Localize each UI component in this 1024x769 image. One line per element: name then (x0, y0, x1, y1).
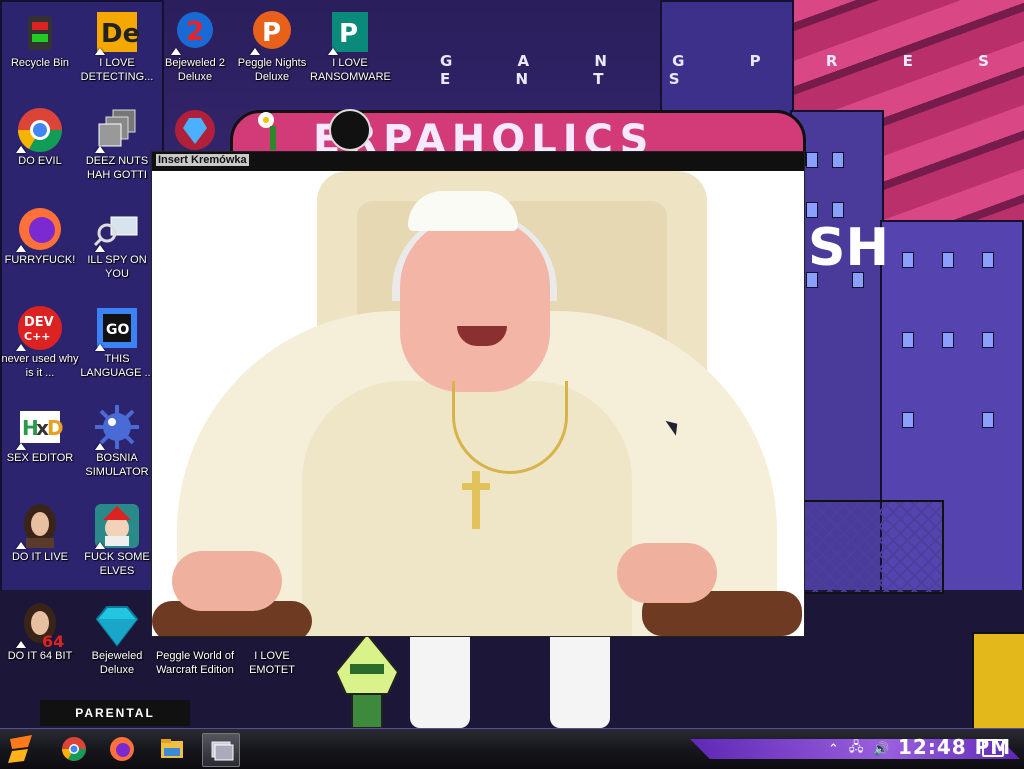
desktop-icon-bejeweled-2[interactable]: 2 Bejeweled 2 Deluxe (155, 8, 235, 84)
svg-text:C++: C++ (24, 330, 51, 343)
desktop-icon-deez-nuts[interactable]: DEEZ NUTS HAH GOTTI (77, 106, 157, 182)
desktop-icon-sex-editor[interactable]: HxD SEX EDITOR (0, 403, 80, 465)
desktop-icon-do-evil[interactable]: DO EVIL (0, 106, 80, 168)
photo-hand-left (172, 551, 282, 611)
desktop-icon-recycle-bin[interactable]: Recycle Bin (0, 8, 80, 70)
desktop-icon-furryfuck[interactable]: FURRYFUCK! (0, 205, 80, 267)
svg-text:D: D (47, 416, 64, 440)
file-explorer-icon (161, 739, 183, 758)
desktop-icon-bejeweled-deluxe[interactable]: Bejeweled Deluxe (77, 601, 157, 677)
plants-icon (248, 106, 296, 154)
image-viewer-icon (211, 741, 234, 761)
wallpaper-sh-text: SH (808, 218, 889, 278)
desktop-icon-label: DO IT LIVE (11, 551, 69, 563)
photo-zucchetto (408, 191, 518, 231)
taskbar-image-viewer[interactable] (202, 733, 240, 767)
desktop-icon-label: Bejeweled 2 Deluxe (165, 57, 225, 83)
desktop-icon-do-it-64-bit[interactable]: 64 DO IT 64 BIT (0, 601, 80, 663)
desktop-icon-label: ILL SPY ON YOU (87, 254, 147, 280)
desktop-icon-dev-cpp[interactable]: DEV C++ never used why is it ... (0, 304, 80, 380)
svg-text:P: P (339, 19, 358, 49)
desktop-icon-fuck-some-elves[interactable]: FUCK SOME ELVES (77, 502, 157, 578)
parental-advisory: PARENTAL ADVISORY (40, 700, 190, 726)
desktop-icon-detect-it-easy[interactable]: De I LOVE DETECTING... (77, 8, 157, 84)
desktop-icon-label: Bejeweled Deluxe (91, 650, 143, 676)
wallpaper-fence (800, 500, 944, 594)
desktop-icon-label: Peggle World of Warcraft Edition (155, 650, 235, 676)
desktop-icon-label: FURRYFUCK! (4, 254, 76, 266)
image-viewer-title: Insert Kremówka (156, 154, 249, 166)
bejeweled-3-icon (171, 106, 219, 154)
diamond-icon (93, 601, 141, 649)
wallpaper-presents-text: G A N G P R E S E N T S (440, 52, 1019, 88)
svg-text:2: 2 (186, 17, 204, 47)
desktop-icon-label: I LOVE RANSOMWARE (310, 57, 391, 83)
desktop-icon-label: THIS LANGUAGE ... (80, 353, 154, 379)
desktop-icon-label: never used why is it ... (1, 353, 79, 379)
desktop-icon-ransomware[interactable]: P I LOVE RANSOMWARE (310, 8, 391, 84)
svg-text:GO: GO (106, 322, 129, 338)
desktop-icon-hidden-dark[interactable] (310, 106, 390, 154)
desktop-icon-label: I LOVE EMOTET (249, 650, 295, 676)
wallpaper-yellow-box (972, 632, 1024, 728)
taskbar-firefox[interactable] (104, 733, 140, 765)
chevron-up-icon[interactable]: ⌃ (828, 741, 839, 757)
desktop-icon-bosnia-simulator[interactable]: BOSNIA SIMULATOR (77, 403, 157, 479)
peridot-character (332, 632, 402, 728)
svg-text:DEV: DEV (24, 315, 54, 330)
svg-text:P: P (262, 18, 281, 48)
desktop-icon-label: BOSNIA SIMULATOR (85, 452, 149, 478)
taskbar-file-explorer[interactable] (154, 733, 190, 765)
taskbar-chrome[interactable] (56, 733, 92, 765)
desktop-icon-do-it-live[interactable]: DO IT LIVE (0, 502, 80, 564)
desktop-icon-goland[interactable]: GO THIS LANGUAGE ... (77, 304, 157, 380)
desktop-icon-label: Recycle Bin (10, 57, 70, 69)
image-viewer-window[interactable]: Insert Kremówka (151, 151, 805, 637)
desktop-icon-hidden-flowers[interactable] (232, 106, 312, 154)
desktop-icon-ill-spy[interactable]: ILL SPY ON YOU (77, 205, 157, 281)
volume-icon[interactable]: 🔊 (873, 741, 889, 757)
photo-face (400, 217, 550, 392)
chrome-icon (62, 737, 86, 761)
recycle-bin-icon (16, 8, 64, 56)
desktop-icon-peggle-nights[interactable]: P Peggle Nights Deluxe (232, 8, 312, 84)
pectoral-cross-icon (472, 471, 480, 529)
start-icon (8, 735, 32, 763)
wallpaper-legs (410, 632, 630, 728)
desktop-icon-label: DO IT 64 BIT (7, 650, 73, 662)
image-viewer-photo (152, 171, 804, 636)
pectoral-cross-bar (462, 483, 490, 490)
photo-hand-right (617, 543, 717, 603)
desktop-icon-label: FUCK SOME ELVES (84, 551, 150, 577)
svg-text:De: De (101, 19, 140, 49)
desktop-icon-label: DEEZ NUTS HAH GOTTI (85, 155, 149, 181)
taskbar: ⌃ 🖧 🔊 12:48 PM (0, 728, 1024, 769)
image-viewer-titlebar[interactable]: Insert Kremówka (152, 152, 804, 171)
notification-icon[interactable] (982, 739, 1004, 757)
start-button[interactable] (4, 733, 38, 765)
desktop-icon-hidden-gem[interactable] (155, 106, 235, 154)
desktop-icon-label: I LOVE DETECTING... (80, 57, 154, 83)
desktop-icon-label: DO EVIL (18, 155, 62, 167)
network-icon[interactable]: 🖧 (849, 738, 864, 760)
desktop-icon-label: Peggle Nights Deluxe (237, 57, 307, 83)
svg-text:64: 64 (42, 632, 64, 649)
firefox-icon (110, 737, 134, 761)
system-tray: ⌃ 🖧 🔊 (828, 737, 890, 761)
crest-icon (326, 106, 374, 154)
desktop-icon-label: SEX EDITOR (6, 452, 74, 464)
